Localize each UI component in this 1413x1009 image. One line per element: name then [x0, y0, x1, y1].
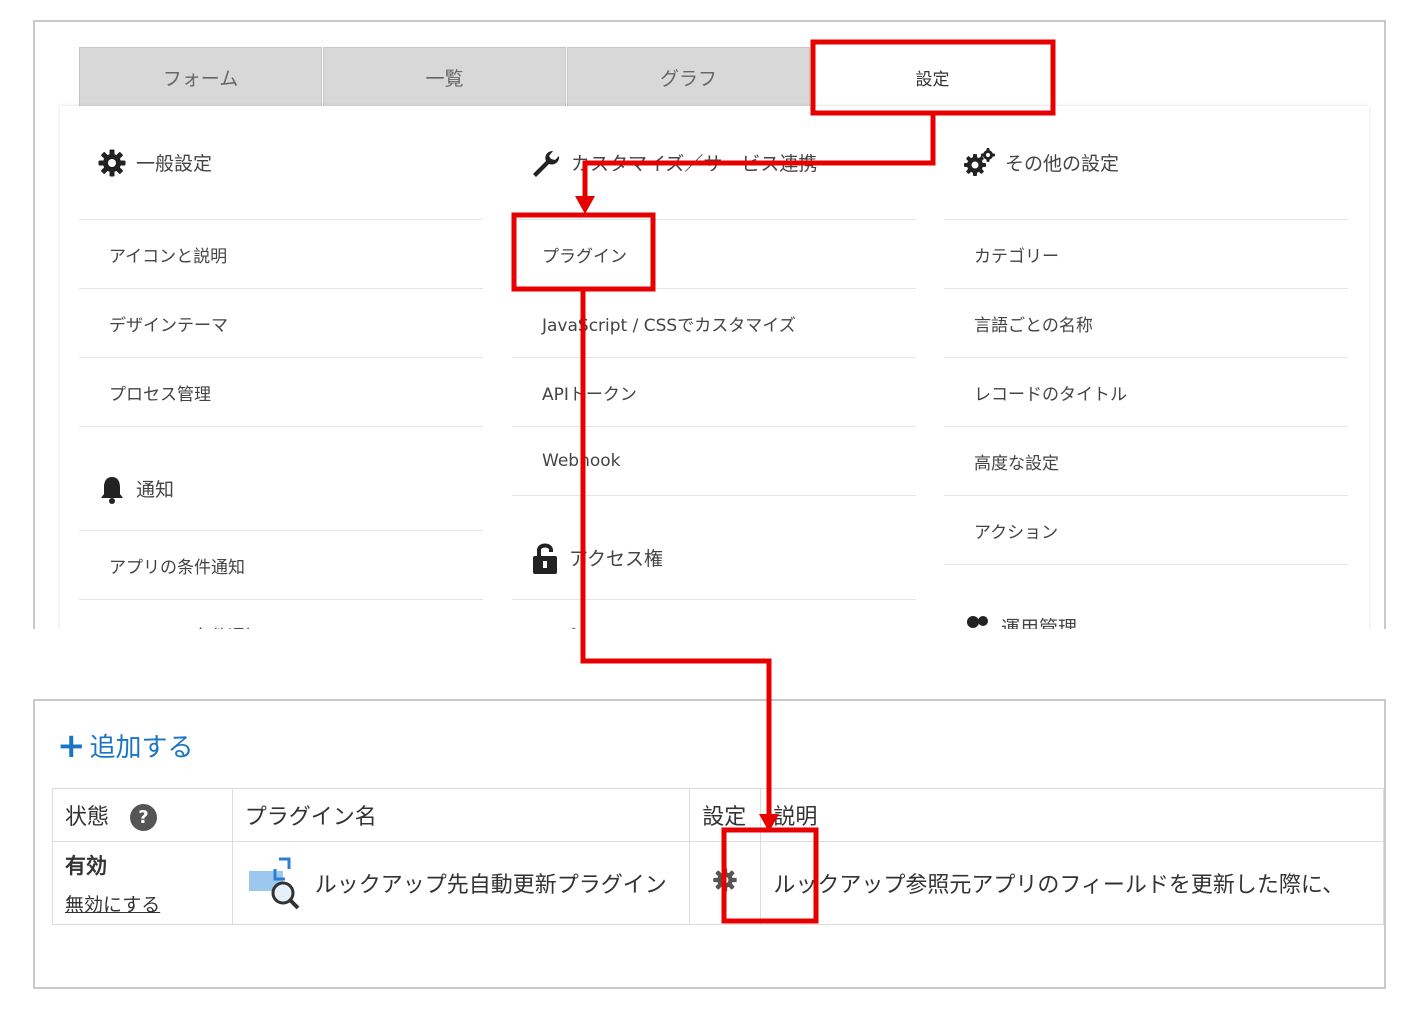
column-description: 説明	[760, 788, 1384, 842]
users-icon	[967, 615, 988, 628]
plus-icon: +	[57, 725, 86, 766]
column-status-label: 状態	[65, 804, 110, 830]
gear-icon[interactable]	[712, 867, 738, 893]
other-settings-title: その他の設定	[1005, 153, 1120, 175]
plugin-status-cell: 有効 無効にする	[52, 841, 233, 925]
settings-card: 一般設定 アイコンと説明 デザインテーマ プロセス管理 通知 アプリの条件通知 …	[60, 106, 1369, 629]
status-enabled: 有効	[65, 853, 107, 878]
column-settings: 設定	[689, 788, 762, 842]
disable-link[interactable]: 無効にする	[65, 890, 220, 917]
table-header-row: 状態 ? プラグイン名 設定 説明	[52, 788, 1384, 842]
column-status: 状態 ?	[52, 788, 233, 842]
menu-icon-description[interactable]: アイコンと説明	[79, 220, 483, 289]
menu-language-names[interactable]: 言語ごとの名称	[944, 289, 1348, 358]
tab-graph[interactable]: グラフ	[567, 47, 810, 107]
general-column: 一般設定 アイコンと説明 デザインテーマ プロセス管理 通知 アプリの条件通知 …	[79, 106, 483, 629]
app-settings-panel: フォーム 一覧 グラフ 設定 一般設定 アイコンと説明 デザインテーマ プロセス…	[33, 20, 1386, 629]
table-row: 有効 無効にする ルックアップ先自動更新プラグイン ルックアップ参照元アプリのフ…	[52, 841, 1384, 925]
plugin-description-cell: ルックアップ参照元アプリのフィールドを更新した際に、	[760, 841, 1384, 925]
customize-column: カスタマイズ／サービス連携 プラグイン JavaScript / CSSでカスタ…	[512, 106, 916, 629]
operation-heading: 運用管理	[944, 565, 1348, 629]
gears-icon	[964, 147, 995, 176]
access-heading: アクセス権	[512, 496, 916, 600]
menu-record-condition-notification[interactable]: レコードの条件通知	[79, 600, 483, 630]
operation-title: 運用管理	[1001, 617, 1078, 629]
general-settings-heading: 一般設定	[79, 106, 483, 220]
menu-access-app[interactable]: アプリ	[512, 600, 916, 630]
access-title: アクセス権	[569, 548, 664, 570]
menu-process-management[interactable]: プロセス管理	[79, 358, 483, 427]
plugin-description: ルックアップ参照元アプリのフィールドを更新した際に、	[773, 873, 1345, 898]
tab-list[interactable]: 一覧	[323, 47, 566, 107]
other-settings-heading: その他の設定	[944, 106, 1348, 220]
menu-action[interactable]: アクション	[944, 496, 1348, 565]
help-icon[interactable]: ?	[130, 804, 158, 832]
bell-icon	[101, 476, 123, 504]
notification-title: 通知	[136, 479, 175, 501]
plugin-name: ルックアップ先自動更新プラグイン	[314, 873, 667, 898]
gear-icon	[98, 149, 126, 176]
tab-form[interactable]: フォーム	[79, 47, 322, 107]
add-plugin-link[interactable]: + 追加する	[57, 727, 194, 764]
column-plugin-name: プラグイン名	[231, 788, 691, 842]
plugin-list-panel: + 追加する 状態 ? プラグイン名 設定 説明 有効 無効にする ルックアップ…	[33, 699, 1386, 989]
menu-advanced-settings[interactable]: 高度な設定	[944, 427, 1348, 496]
unlock-icon	[533, 543, 557, 574]
lookup-plugin-icon	[248, 857, 300, 910]
add-plugin-label: 追加する	[89, 733, 194, 763]
tab-settings[interactable]: 設定	[811, 47, 1054, 107]
plugin-name-cell: ルックアップ先自動更新プラグイン	[231, 841, 691, 925]
customize-heading: カスタマイズ／サービス連携	[512, 106, 916, 220]
notification-heading: 通知	[79, 427, 483, 531]
menu-app-condition-notification[interactable]: アプリの条件通知	[79, 531, 483, 600]
customize-title: カスタマイズ／サービス連携	[571, 153, 818, 175]
menu-design-theme[interactable]: デザインテーマ	[79, 289, 483, 358]
plugin-settings-cell	[689, 841, 762, 925]
menu-category[interactable]: カテゴリー	[944, 220, 1348, 289]
menu-plugin[interactable]: プラグイン	[512, 220, 916, 289]
plugin-table: 状態 ? プラグイン名 設定 説明 有効 無効にする ルックアップ先自動更新プラ…	[52, 788, 1384, 925]
menu-record-title[interactable]: レコードのタイトル	[944, 358, 1348, 427]
menu-api-token[interactable]: APIトークン	[512, 358, 916, 427]
general-settings-title: 一般設定	[136, 153, 213, 175]
other-column: その他の設定 カテゴリー 言語ごとの名称 レコードのタイトル 高度な設定 アクシ…	[944, 106, 1348, 629]
wrench-icon	[533, 150, 560, 177]
menu-webhook[interactable]: Webhook	[512, 427, 916, 496]
menu-js-css-customize[interactable]: JavaScript / CSSでカスタマイズ	[512, 289, 916, 358]
